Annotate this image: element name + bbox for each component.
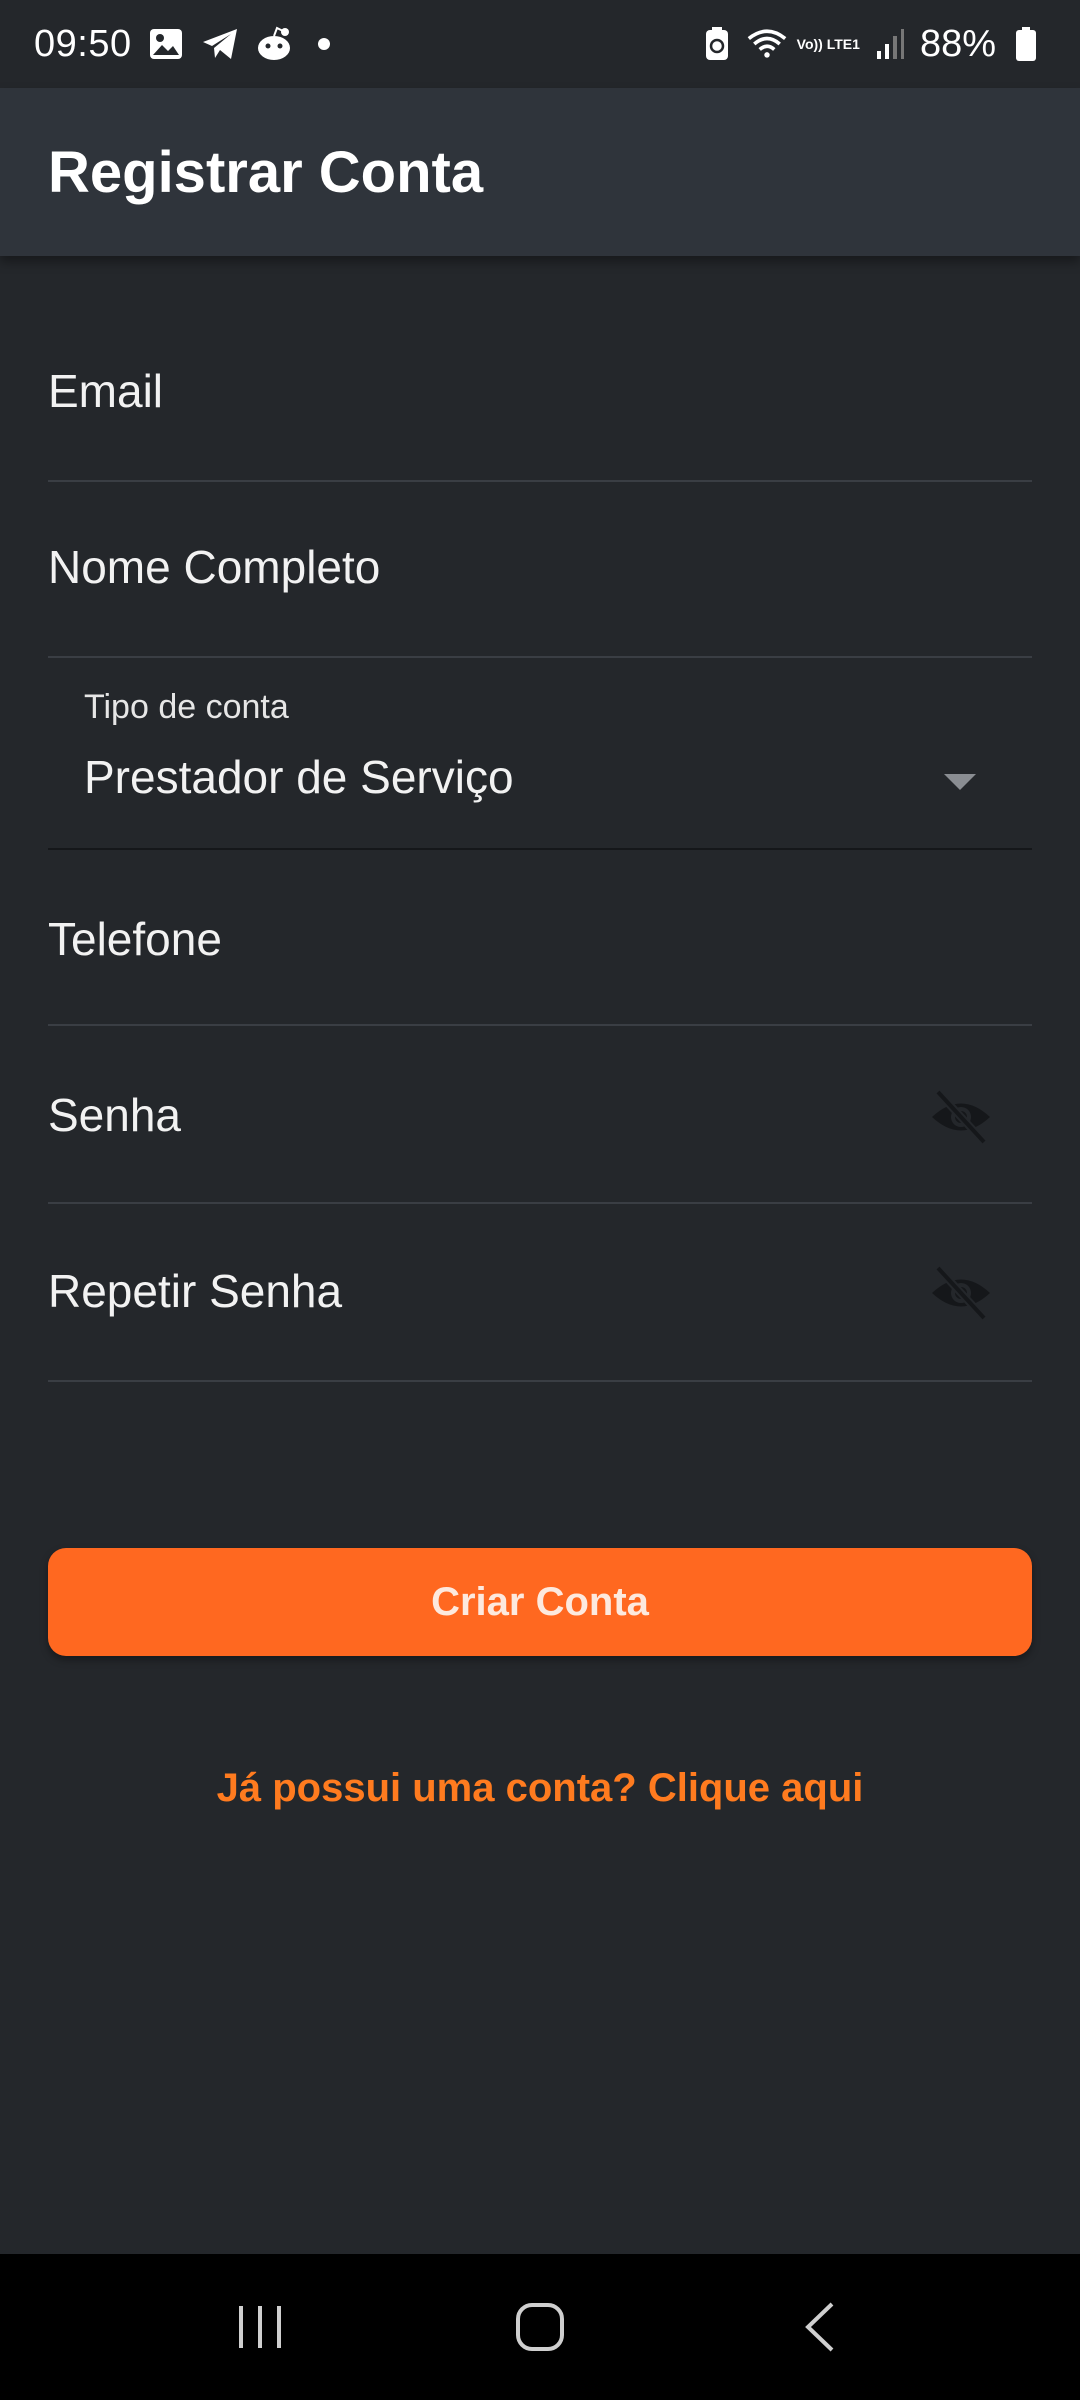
email-field[interactable]: Email bbox=[48, 320, 1032, 482]
visibility-off-icon[interactable] bbox=[928, 1260, 994, 1326]
account-type-dropdown[interactable]: Tipo de conta Prestador de Serviço bbox=[48, 658, 1032, 850]
status-time: 09:50 bbox=[34, 22, 132, 65]
battery-percent: 88% bbox=[919, 22, 996, 65]
visibility-off-icon[interactable] bbox=[928, 1084, 994, 1150]
full-name-label: Nome Completo bbox=[48, 541, 381, 593]
battery-saver-icon bbox=[697, 24, 737, 64]
page-title: Registrar Conta bbox=[48, 139, 484, 205]
email-label: Email bbox=[48, 365, 164, 417]
login-link[interactable]: Já possui uma conta? Clique aqui bbox=[0, 1766, 1080, 1811]
register-screen: 09:50 Vo)) LTE1 88% Registrar Conta Emai… bbox=[0, 0, 1080, 2400]
battery-icon bbox=[1006, 24, 1046, 64]
dropdown-arrow-icon[interactable] bbox=[944, 774, 976, 790]
signal-icon bbox=[870, 24, 910, 64]
create-account-button[interactable]: Criar Conta bbox=[48, 1548, 1032, 1656]
full-name-field[interactable]: Nome Completo bbox=[48, 482, 1032, 658]
notification-dot-icon bbox=[317, 38, 330, 50]
account-type-value: Prestador de Serviço bbox=[84, 751, 514, 803]
back-icon[interactable] bbox=[780, 2287, 860, 2367]
app-bar: Registrar Conta bbox=[0, 88, 1080, 256]
navigation-bar bbox=[0, 2254, 1080, 2400]
telegram-icon bbox=[200, 24, 240, 64]
account-type-label: Tipo de conta bbox=[84, 688, 289, 726]
status-bar: 09:50 Vo)) LTE1 88% bbox=[0, 0, 1080, 88]
home-icon[interactable] bbox=[500, 2287, 580, 2367]
phone-label: Telefone bbox=[48, 913, 222, 965]
volte-icon: Vo)) LTE1 bbox=[796, 36, 860, 52]
phone-field[interactable]: Telefone bbox=[48, 850, 1032, 1026]
repeat-password-label: Repetir Senha bbox=[48, 1265, 343, 1317]
reddit-icon bbox=[254, 24, 294, 64]
repeat-password-field[interactable]: Repetir Senha bbox=[48, 1204, 1032, 1382]
gallery-icon bbox=[146, 24, 186, 64]
wifi-icon bbox=[747, 24, 787, 64]
password-field[interactable]: Senha bbox=[48, 1026, 1032, 1204]
password-label: Senha bbox=[48, 1089, 182, 1141]
recent-apps-icon[interactable] bbox=[220, 2287, 300, 2367]
